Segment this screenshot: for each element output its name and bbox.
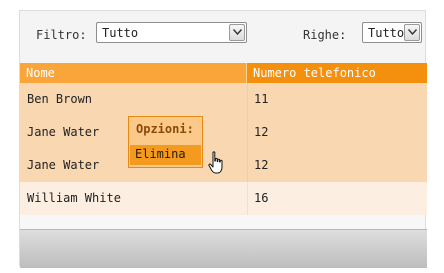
table-header: Nome Numero telefonico (20, 63, 427, 83)
cell-name: Ben Brown (27, 92, 93, 106)
cell-name: Jane Water (27, 158, 100, 172)
filter-label: Filtro: (36, 28, 87, 42)
table-row[interactable]: Jane Water 12 (20, 116, 427, 149)
grid-panel: Filtro: Tutto Righe: Tutto Nome Numero t… (19, 10, 427, 268)
context-menu: Opzioni: Elimina (128, 116, 203, 168)
cell-name: Jane Water (27, 125, 100, 139)
table-row[interactable]: William White 16 (20, 182, 427, 215)
context-menu-item-delete[interactable]: Elimina (130, 145, 201, 165)
column-header-name[interactable]: Nome (20, 63, 247, 83)
data-table: Nome Numero telefonico Ben Brown 11 Jane… (20, 63, 427, 229)
cell-name: William White (27, 191, 121, 205)
context-menu-title: Opzioni: (136, 122, 194, 136)
rows-select-value: Tutto (368, 26, 405, 40)
cell-phone: 16 (254, 191, 269, 205)
filter-select[interactable]: Tutto (96, 22, 247, 43)
table-footer (20, 229, 427, 268)
hand-pointer-icon (208, 151, 223, 174)
rows-select[interactable]: Tutto (362, 22, 422, 43)
chevron-down-icon[interactable] (229, 24, 245, 41)
column-header-phone[interactable]: Numero telefonico (247, 63, 427, 83)
toolbar: Filtro: Tutto Righe: Tutto (20, 11, 425, 64)
cell-phone: 12 (254, 125, 269, 139)
table-row[interactable]: Ben Brown 11 (20, 83, 427, 116)
cell-phone: 12 (254, 158, 269, 172)
chevron-down-icon[interactable] (404, 24, 420, 41)
rows-label: Righe: (303, 28, 347, 42)
cell-phone: 11 (254, 92, 269, 106)
filter-select-value: Tutto (102, 26, 139, 40)
